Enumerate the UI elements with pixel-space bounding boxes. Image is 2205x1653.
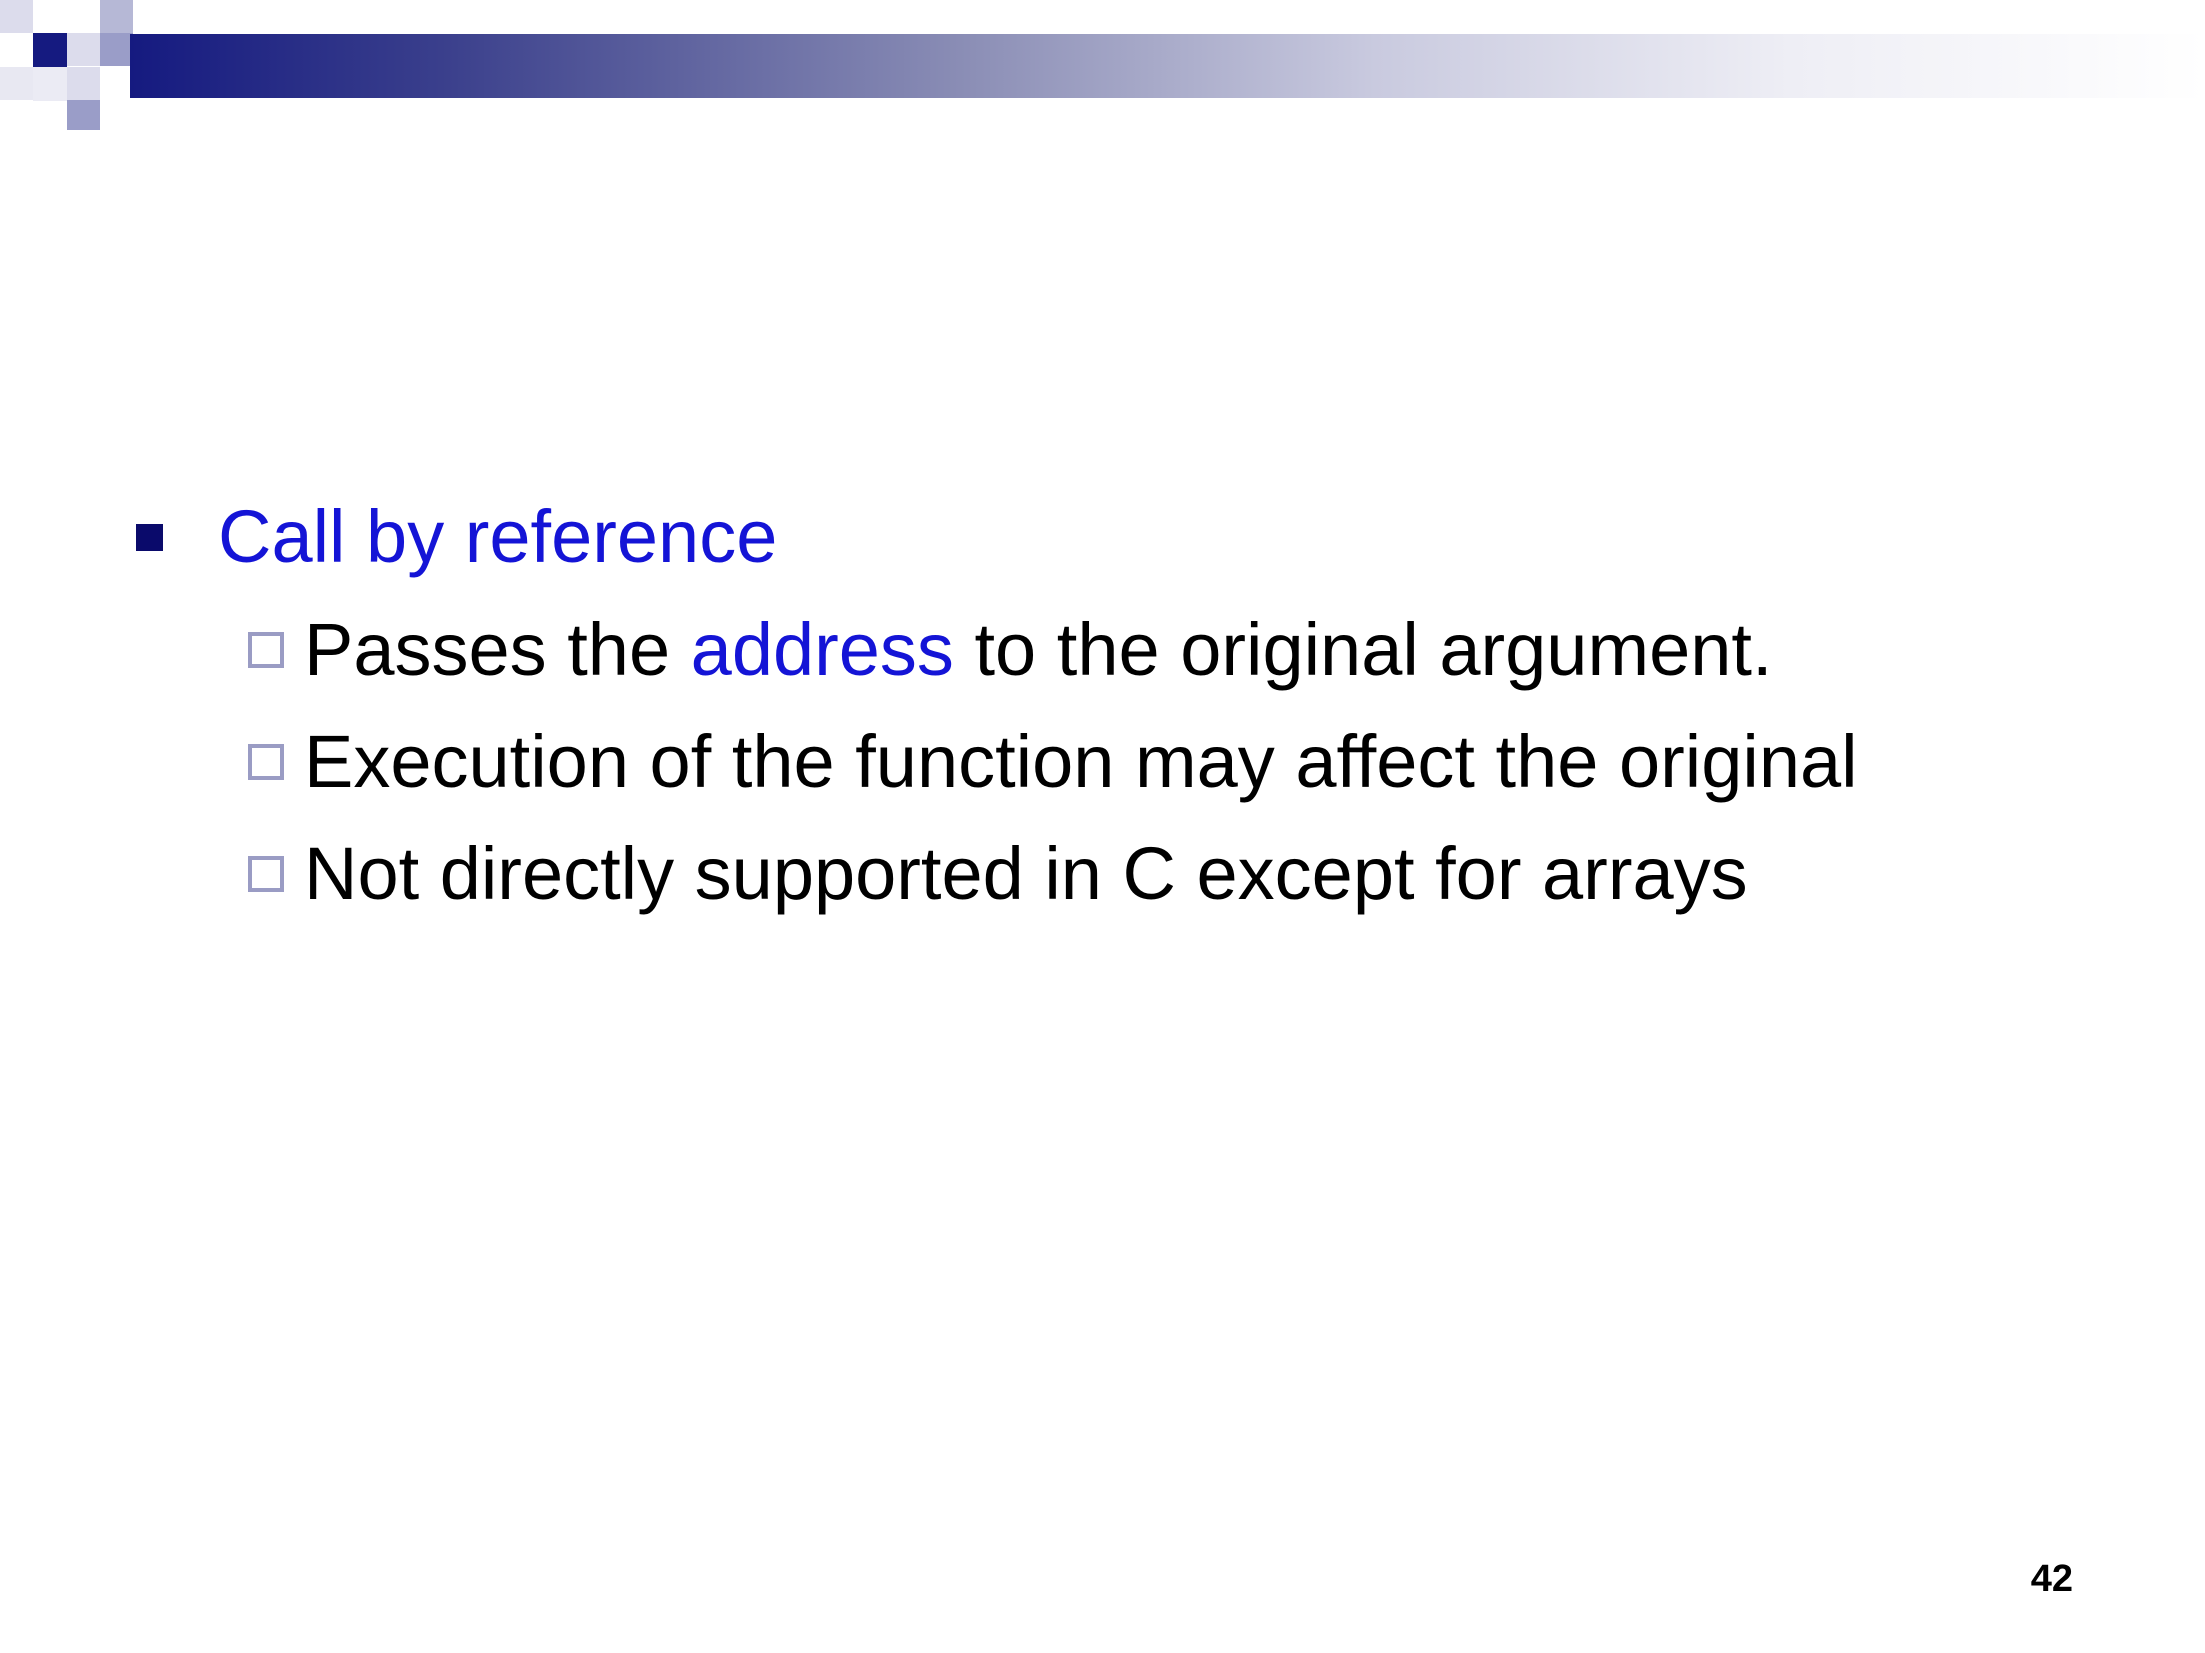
header-square (33, 67, 67, 101)
header-gradient-band (130, 34, 2205, 98)
header-square (67, 67, 100, 100)
text-run: Passes the (304, 608, 691, 691)
header-square (67, 100, 100, 130)
sub-bullet-item: Not directly supported in C except for a… (248, 829, 1748, 919)
highlighted-term: address (690, 608, 954, 691)
hollow-square-icon (248, 856, 284, 892)
sub-bullet-item: Execution of the function may affect the… (248, 717, 1858, 807)
header-square (100, 33, 133, 66)
sub-bullet-text: Passes the address to the original argum… (304, 605, 1773, 695)
slide: Call by reference Passes the address to … (0, 0, 2205, 1653)
sub-bullet-item: Passes the address to the original argum… (248, 605, 1773, 695)
filled-square-icon (136, 523, 163, 551)
header-square (0, 0, 33, 33)
sub-bullet-text: Execution of the function may affect the… (304, 720, 1858, 803)
header-square (67, 33, 100, 66)
page-number: 42 (2030, 1558, 2073, 1600)
hollow-square-icon (248, 744, 284, 780)
sub-bullet-text: Not directly supported in C except for a… (304, 832, 1748, 915)
header-square (33, 33, 67, 67)
main-bullet-text: Call by reference (218, 495, 778, 578)
main-bullet-item: Call by reference (136, 492, 777, 582)
header-square (0, 67, 33, 100)
text-run: to the original argument. (953, 608, 1773, 691)
hollow-square-icon (248, 632, 284, 668)
header-square (100, 0, 133, 33)
